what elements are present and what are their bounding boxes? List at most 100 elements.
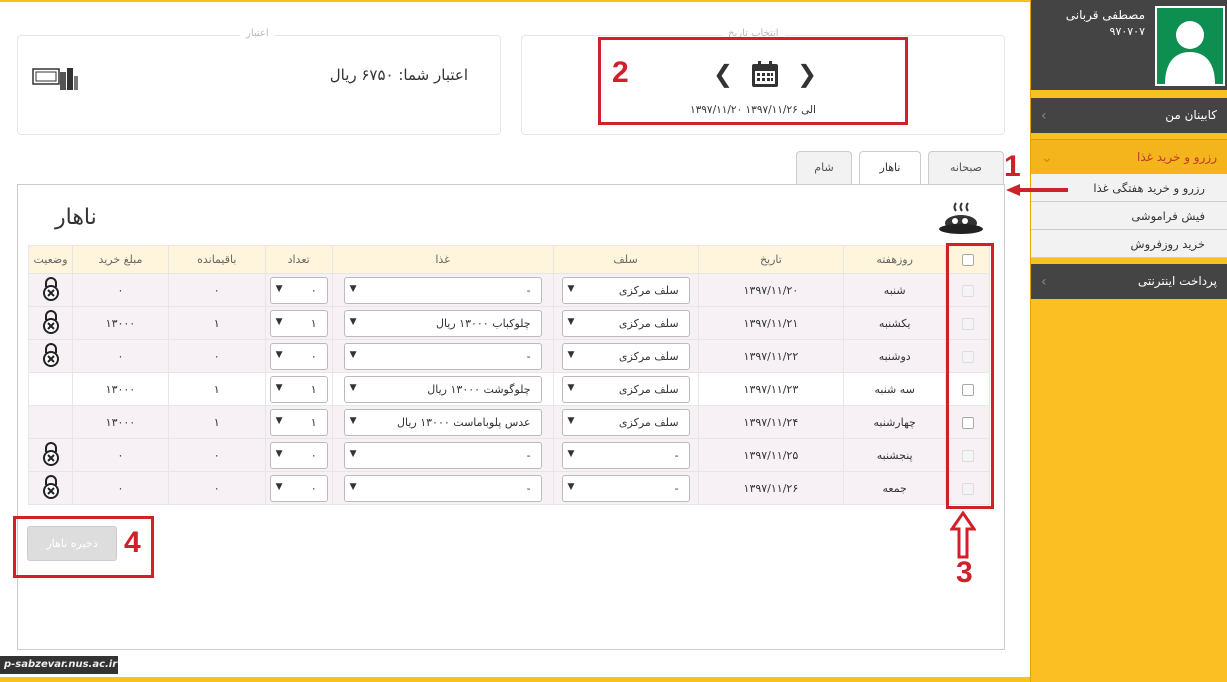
profile-id: ۹۷۰۷۰۷ <box>1109 25 1145 38</box>
day-cell: شنبه <box>843 273 947 307</box>
date-cell: ۱۳۹۷/۱۱/۲۲ <box>697 339 845 373</box>
dropdown-arrow-icon: ▼ <box>349 382 357 393</box>
section-title: ناهار <box>55 205 97 230</box>
lock-icon <box>41 309 61 337</box>
day-cell: یکشنبه <box>843 306 947 340</box>
column-header: تاریخ <box>697 245 845 274</box>
count-select-value: ۱ <box>310 415 317 429</box>
food-select[interactable]: - ▼ <box>343 474 542 502</box>
menu-item-reserve[interactable]: رزرو و خرید غذا ⌄ <box>1031 139 1227 174</box>
count-select[interactable]: ۰ ▼ <box>269 276 328 304</box>
count-select[interactable]: ۰ ▼ <box>269 441 328 469</box>
tab-breakfast[interactable]: صبحانه <box>928 151 1004 185</box>
food-select[interactable]: - ▼ <box>343 276 542 304</box>
self-select[interactable]: - ▼ <box>561 441 690 469</box>
tab-lunch[interactable]: ناهار <box>859 151 921 186</box>
dropdown-arrow-icon: ▼ <box>349 349 357 360</box>
column-header: مبلغ خرید <box>72 245 169 274</box>
dropdown-arrow-icon: ▼ <box>349 283 357 294</box>
food-select[interactable]: چلوکباب ۱۳۰۰۰ ریال ▼ <box>343 309 542 337</box>
self-select[interactable]: سلف مرکزی ▼ <box>561 408 690 436</box>
food-select[interactable]: - ▼ <box>343 441 542 469</box>
save-lunch-button[interactable]: ذخیره ناهار <box>27 526 117 561</box>
table-row: شنبه ۱۳۹۷/۱۱/۲۰ سلف مرکزی ▼ - ▼ ۰ ▼ ۰ ۰ <box>27 273 990 307</box>
date-cell: ۱۳۹۷/۱۱/۲۳ <box>697 372 845 406</box>
food-select[interactable]: چلوگوشت ۱۳۰۰۰ ریال ▼ <box>343 375 542 403</box>
price-cell: ۰ <box>72 471 169 505</box>
dropdown-arrow-icon: ▼ <box>349 415 357 426</box>
menu-item-payment[interactable]: پرداخت اینترنتی ‹ <box>1031 264 1227 299</box>
count-select[interactable]: ۰ ▼ <box>269 342 328 370</box>
column-header: سلف <box>552 245 699 274</box>
count-cell: ۱ ▼ <box>264 306 333 340</box>
day-cell: چهارشنبه <box>843 405 947 439</box>
credit-amount: اعتبار شما: ۶۷۵۰ ریال <box>329 66 468 84</box>
food-cell: چلوکباب ۱۳۰۰۰ ریال ▼ <box>331 306 554 340</box>
annotation-3: 3 <box>956 556 973 589</box>
self-select[interactable]: - ▼ <box>561 474 690 502</box>
table-row: جمعه ۱۳۹۷/۱۱/۲۶- ▼ - ▼ ۰ ▼ ۰ ۰ <box>27 471 990 505</box>
self-select-value: سلف مرکزی <box>618 415 679 429</box>
status-cell <box>27 405 74 439</box>
lock-icon <box>41 276 61 304</box>
count-cell: ۰ ▼ <box>264 339 333 373</box>
lock-icon <box>41 342 61 370</box>
self-select[interactable]: سلف مرکزی ▼ <box>561 342 690 370</box>
submenu-daily-sale[interactable]: خرید روزفروش <box>1031 230 1227 258</box>
price-cell: ۰ <box>72 273 169 307</box>
food-select-value: چلوگوشت ۱۳۰۰۰ ریال <box>427 382 531 396</box>
price-cell: ۱۳۰۰۰ <box>72 372 169 406</box>
count-select-value: ۰ <box>310 481 317 495</box>
status-cell <box>27 471 74 505</box>
food-cell: عدس پلوباماست ۱۳۰۰۰ ریال ▼ <box>331 405 554 439</box>
self-select[interactable]: سلف مرکزی ▼ <box>561 276 690 304</box>
remain-cell: ۰ <box>167 339 266 373</box>
self-select[interactable]: سلف مرکزی ▼ <box>561 309 690 337</box>
calendar-icon[interactable] <box>751 60 779 91</box>
dropdown-arrow-icon: ▼ <box>275 481 283 492</box>
menu-item-cabinet[interactable]: کابینان من ‹ <box>1031 98 1227 133</box>
count-select[interactable]: ۰ ▼ <box>269 474 328 502</box>
bottom-accent-line <box>0 677 1030 682</box>
count-select-value: ۱ <box>310 382 317 396</box>
self-select[interactable]: سلف مرکزی ▼ <box>561 375 690 403</box>
count-select-value: ۰ <box>310 448 317 462</box>
sidebar: مصطفی قربانی ۹۷۰۷۰۷ کابینان من ‹ رزرو و … <box>1030 0 1227 682</box>
dropdown-arrow-icon: ▼ <box>275 415 283 426</box>
profile-panel: مصطفی قربانی ۹۷۰۷۰۷ <box>1031 0 1227 90</box>
top-accent-line <box>0 0 1030 2</box>
count-select[interactable]: ۱ ▼ <box>269 309 328 337</box>
self-cell: - ▼ <box>552 471 699 505</box>
date-cell: ۱۳۹۷/۱۱/۲۴ <box>697 405 845 439</box>
count-select[interactable]: ۱ ▼ <box>269 408 328 436</box>
tab-dinner[interactable]: شام <box>796 151 852 185</box>
status-cell <box>27 372 74 406</box>
food-dish-icon <box>939 202 983 234</box>
chevron-left-icon: ‹ <box>1041 274 1047 290</box>
self-select-value: - <box>674 481 679 495</box>
food-select[interactable]: عدس پلوباماست ۱۳۰۰۰ ریال ▼ <box>343 408 542 436</box>
dropdown-arrow-icon: ▼ <box>349 316 357 327</box>
price-cell: ۱۳۰۰۰ <box>72 306 169 340</box>
menu-item-label: پرداخت اینترنتی <box>1137 274 1217 288</box>
prev-week-icon[interactable]: ❮ <box>713 60 733 88</box>
dropdown-arrow-icon: ▼ <box>275 316 283 327</box>
price-cell: ۰ <box>72 339 169 373</box>
money-icon <box>32 66 78 95</box>
count-cell: ۱ ▼ <box>264 372 333 406</box>
submenu-label: رزرو و خرید هفتگی غذا <box>1093 181 1205 195</box>
status-cell <box>27 438 74 472</box>
dropdown-arrow-icon: ▼ <box>349 448 357 459</box>
next-week-icon[interactable]: ❯ <box>797 60 817 88</box>
food-select-value: عدس پلوباماست ۱۳۰۰۰ ریال <box>397 415 531 429</box>
food-cell: - ▼ <box>331 471 554 505</box>
column-header: غذا <box>331 245 554 274</box>
dropdown-arrow-icon: ▼ <box>567 481 575 492</box>
submenu-forgotten-receipt[interactable]: فیش فراموشی <box>1031 202 1227 230</box>
food-select[interactable]: - ▼ <box>343 342 542 370</box>
count-cell: ۰ ▼ <box>264 471 333 505</box>
status-cell <box>27 306 74 340</box>
annotation-2: 2 <box>612 56 629 89</box>
count-select[interactable]: ۱ ▼ <box>269 375 328 403</box>
self-cell: سلف مرکزی ▼ <box>552 306 699 340</box>
